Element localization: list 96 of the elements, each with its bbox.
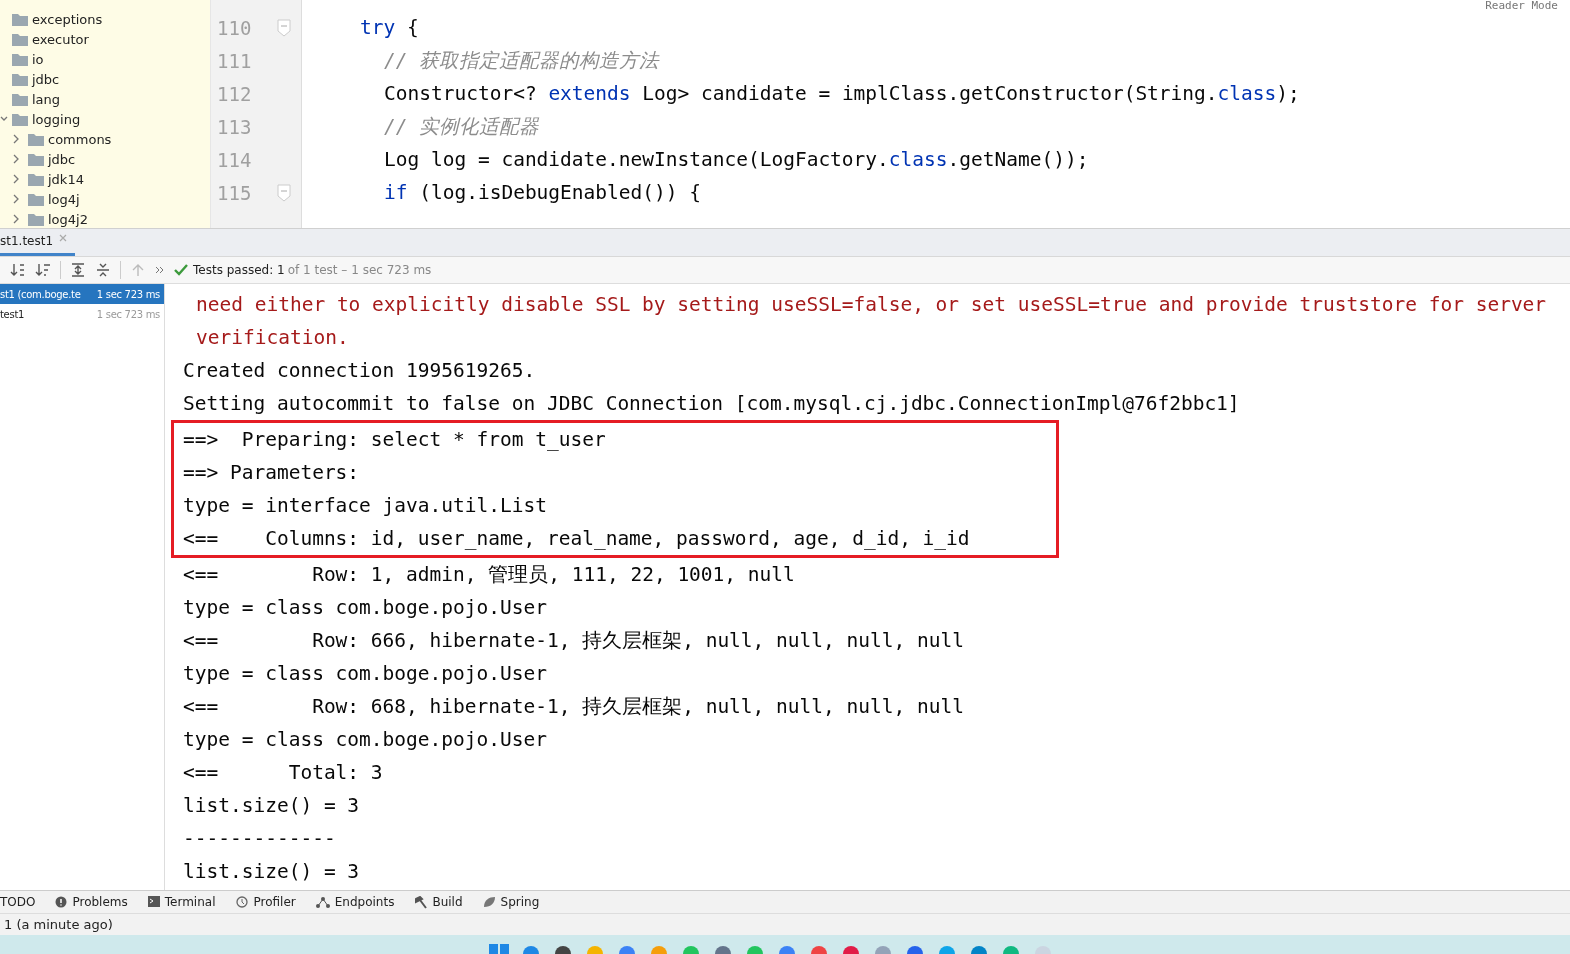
check-icon [174, 263, 188, 277]
tool-window-button[interactable]: Problems [55, 895, 128, 909]
hammer-icon [414, 895, 428, 909]
tests-passed-label: Tests passed: 1 [193, 263, 285, 277]
console-line: list.size() = 3 [183, 793, 361, 819]
line-number: 111 [217, 49, 252, 72]
clock-icon [235, 895, 249, 909]
folder-icon [12, 12, 28, 26]
collapse-all-icon[interactable] [95, 262, 111, 278]
code-token: (log.isDebugEnabled()) { [418, 181, 701, 204]
tree-item[interactable]: jdk14 [48, 171, 84, 187]
code-token: try [360, 16, 396, 39]
folder-icon [12, 52, 28, 66]
code-token: Log> candidate = implClass.getConstructor(String. [641, 82, 1218, 105]
folder-icon [12, 92, 28, 106]
tool-window-button[interactable]: Spring [482, 895, 540, 909]
folder-icon [28, 152, 44, 166]
code-token: Constructor<? [384, 82, 538, 105]
console-line: <== Total: 3 [183, 760, 384, 786]
console-line: <== Row: 666, hibernate-1, 持久层框架, null, null, null, null [183, 628, 965, 654]
tree-item[interactable]: commons [48, 131, 112, 147]
collapse-chevron-icon[interactable] [0, 115, 8, 123]
folder-icon [12, 72, 28, 86]
folder-icon [28, 212, 44, 226]
fold-marker-icon[interactable] [277, 18, 291, 37]
line-number: 110 [217, 16, 252, 39]
expand-chevron-icon[interactable] [12, 214, 20, 224]
line-number: 114 [217, 148, 252, 171]
fold-marker-icon[interactable] [277, 183, 291, 202]
code-token: Log log = candidate.newInstance(LogFactory. [384, 148, 889, 171]
console-line: type = class com.boge.pojo.User [183, 727, 548, 753]
code-token: ); [1276, 82, 1300, 105]
tree-item[interactable]: log4j [48, 191, 80, 207]
console-line: type = class com.boge.pojo.User [183, 661, 548, 687]
tool-window-button[interactable]: Terminal [147, 895, 216, 909]
test-tree-item[interactable]: st1 (com.boge.te 1 sec 723 ms [0, 284, 164, 304]
code-token: class [1217, 82, 1277, 105]
console-line: ==> Parameters: [183, 460, 361, 486]
terminal-icon [147, 896, 160, 908]
more-icon[interactable] [155, 265, 165, 275]
tool-window-button[interactable]: Build [414, 895, 463, 909]
test-detail-label: of 1 test – 1 sec 723 ms [287, 263, 432, 277]
code-token: // 实例化适配器 [384, 114, 540, 140]
sort-duration-icon[interactable] [35, 262, 51, 278]
code-token: { [405, 16, 419, 39]
sort-alpha-icon[interactable] [10, 262, 26, 278]
console-line: Created connection 1995619265. [183, 358, 537, 384]
folder-icon [28, 172, 44, 186]
up-arrow-icon[interactable] [130, 262, 146, 278]
folder-icon [28, 132, 44, 146]
console-line: type = interface java.util.List [183, 493, 548, 519]
console-line: Setting autocommit to false on JDBC Connection [com.mysql.cj.jdbc.ConnectionImpl@76f2bbc1] [183, 391, 1241, 417]
expand-chevron-icon[interactable] [12, 154, 20, 164]
line-number: 115 [217, 181, 252, 204]
nodes-icon [315, 895, 330, 909]
tree-item[interactable]: exceptions [32, 11, 103, 27]
console-line: <== Row: 1, admin, 管理员, 111, 22, 1001, null [183, 562, 796, 588]
tool-window-button[interactable]: Profiler [235, 895, 296, 909]
tree-item[interactable]: io [32, 51, 44, 67]
folder-icon [12, 112, 28, 126]
expand-chevron-icon[interactable] [12, 194, 20, 204]
tree-item[interactable]: lang [32, 91, 61, 107]
tool-window-button[interactable]: Endpoints [315, 895, 395, 909]
folder-icon [28, 192, 44, 206]
line-number: 113 [217, 115, 252, 138]
expand-chevron-icon[interactable] [12, 134, 20, 144]
code-token: class [888, 148, 948, 171]
tree-item[interactable]: jdbc [48, 151, 76, 167]
code-token: extends [548, 82, 631, 105]
code-token: .getName()); [947, 148, 1089, 171]
close-icon[interactable] [59, 234, 68, 242]
warning-icon [55, 896, 68, 908]
tree-item[interactable]: jdbc [32, 71, 60, 87]
reader-mode-label[interactable]: Reader Mode [1485, 0, 1558, 12]
console-line: need either to explicitly disable SSL by setting useSSL=false, or set useSSL=true and provide truststore for server [195, 292, 1548, 318]
tree-item[interactable]: logging [32, 111, 81, 127]
console-line: list.size() = 3 [183, 859, 361, 885]
status-text: 1 (a minute ago) [4, 917, 113, 932]
console-line: verification. [195, 325, 350, 351]
tree-item[interactable]: log4j2 [48, 211, 88, 227]
code-token: if [384, 181, 408, 204]
console-line: <== Columns: id, user_name, real_name, password, age, d_id, i_id [183, 526, 971, 552]
code-token: // 获取指定适配器的构造方法 [384, 48, 660, 74]
tool-window-button[interactable]: TODO [0, 895, 36, 909]
line-number: 112 [217, 82, 252, 105]
test-tree-item[interactable]: test1 1 sec 723 ms [0, 304, 164, 324]
tree-item[interactable]: executor [32, 31, 89, 47]
folder-icon [12, 32, 28, 46]
expand-all-icon[interactable] [70, 262, 86, 278]
console-line: <== Row: 668, hibernate-1, 持久层框架, null, null, null, null [183, 694, 965, 720]
console-line: ==> Preparing: select * from t_user [183, 427, 607, 453]
start-icon[interactable] [489, 942, 509, 954]
expand-chevron-icon[interactable] [12, 174, 20, 184]
leaf-icon [482, 896, 496, 908]
console-line: ------------- [183, 826, 337, 852]
console-line: type = class com.boge.pojo.User [183, 595, 548, 621]
